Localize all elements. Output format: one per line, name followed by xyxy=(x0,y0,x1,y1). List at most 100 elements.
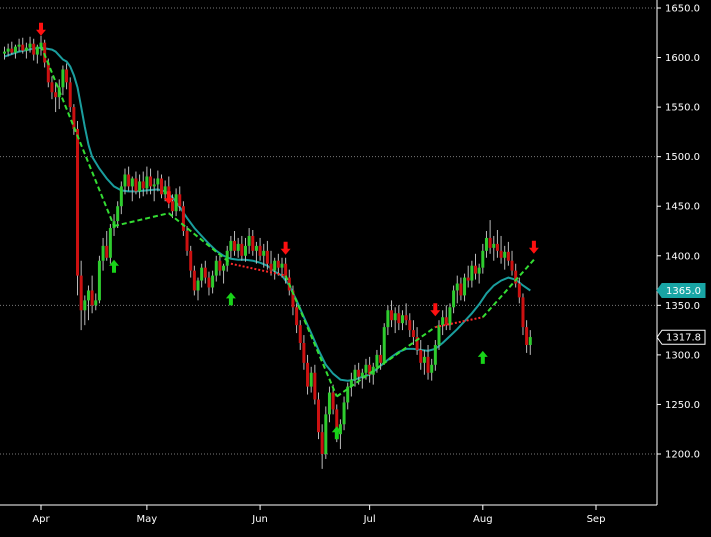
x-tick-label: Sep xyxy=(587,514,606,525)
candle-body xyxy=(185,231,189,251)
candle-body xyxy=(10,48,14,53)
candle-body xyxy=(276,260,280,268)
candle-body xyxy=(236,243,240,251)
candle-body xyxy=(411,330,415,338)
candle-body xyxy=(265,250,269,264)
price-label: 1365.0 xyxy=(656,282,706,298)
candle-body xyxy=(302,342,306,363)
candle-body xyxy=(382,327,386,363)
candle-body xyxy=(284,263,288,278)
candle-body xyxy=(320,432,324,454)
candle-body xyxy=(130,178,134,187)
candle-body xyxy=(273,260,277,271)
candle-body xyxy=(353,369,357,380)
price-chart: 1650.0 1600.0 1550.0 1500.0 1450.0 1400.0 1350… xyxy=(0,0,711,533)
candle-body xyxy=(196,280,200,291)
candle-body xyxy=(357,369,361,377)
y-tick-label: 1550.0 xyxy=(665,103,700,114)
y-tick-label: 1350.0 xyxy=(665,301,700,312)
candle-body xyxy=(28,43,32,48)
candle-body xyxy=(510,260,514,271)
candle xyxy=(317,392,320,440)
candle-body xyxy=(408,320,412,331)
y-tick-label: 1250.0 xyxy=(665,400,700,411)
candle-body xyxy=(488,237,492,248)
candle-body xyxy=(86,290,90,301)
candle-body xyxy=(181,206,185,231)
candle-body xyxy=(441,317,445,326)
candle xyxy=(76,120,80,296)
candle-body xyxy=(313,372,317,400)
candle-body xyxy=(13,46,17,53)
candle-body xyxy=(528,337,532,345)
candle-body xyxy=(119,186,123,207)
candle-body xyxy=(149,176,153,187)
candle-body xyxy=(141,181,145,189)
candle-body xyxy=(386,310,390,328)
candle-body xyxy=(68,82,72,108)
candle-body xyxy=(463,277,467,296)
candle-body xyxy=(203,267,207,278)
candle xyxy=(68,77,72,113)
y-tick-label: 1200.0 xyxy=(665,450,700,461)
candle-body xyxy=(61,69,65,88)
candle-body xyxy=(525,327,529,345)
candle-body xyxy=(364,364,368,373)
candle-body xyxy=(189,250,193,271)
candle-body xyxy=(225,250,229,266)
candle-body xyxy=(50,82,54,93)
candle-body xyxy=(2,51,6,54)
candle-body xyxy=(35,46,39,55)
candle-body xyxy=(65,69,69,83)
candle-body xyxy=(97,260,101,301)
candle-body xyxy=(324,414,328,454)
candle-body xyxy=(54,92,58,98)
candle-body xyxy=(94,300,98,306)
x-tick-label: Apr xyxy=(32,514,50,525)
candle-body xyxy=(503,251,507,258)
candle-body xyxy=(159,178,163,195)
candle-body xyxy=(506,251,510,261)
candle-body xyxy=(306,362,310,387)
candle-body xyxy=(470,265,474,281)
candle-body xyxy=(280,263,284,268)
candle-body xyxy=(145,176,149,189)
candle-body xyxy=(430,364,434,373)
candle xyxy=(108,224,112,264)
candle-body xyxy=(200,267,204,281)
candle-body xyxy=(138,181,142,192)
x-tick-label: Jun xyxy=(251,514,268,525)
y-tick-label: 1500.0 xyxy=(665,152,700,163)
candle xyxy=(97,255,101,304)
candle-body xyxy=(247,235,251,246)
y-tick-label: 1600.0 xyxy=(665,53,700,64)
candle-body xyxy=(90,290,94,306)
candle-body xyxy=(393,313,397,321)
y-tick-label: 1650.0 xyxy=(665,4,700,15)
candle-body xyxy=(76,128,80,276)
price-label: 1317.8 xyxy=(656,329,706,345)
chart-canvas: 1650.0 1600.0 1550.0 1500.0 1450.0 1400.0 1350… xyxy=(0,0,711,533)
candle-body xyxy=(481,250,485,268)
candle-body xyxy=(426,356,430,373)
candle-body xyxy=(379,354,383,363)
candle-body xyxy=(258,245,262,256)
x-tick-label: May xyxy=(137,514,158,525)
candle-body xyxy=(251,235,255,251)
candle-body xyxy=(521,297,525,328)
candle-body xyxy=(178,194,182,207)
candle-body xyxy=(21,44,25,51)
candle-body xyxy=(163,186,167,195)
candle-body xyxy=(127,174,131,187)
candle-body xyxy=(295,307,299,326)
candle-body xyxy=(452,290,456,308)
candle-body xyxy=(492,243,496,248)
candle-body xyxy=(222,265,226,271)
candle-body xyxy=(243,245,247,256)
candle-body xyxy=(79,275,83,311)
candle-body xyxy=(17,44,21,47)
candle-body xyxy=(455,283,459,291)
candle-body xyxy=(6,48,10,52)
candle-body xyxy=(24,47,28,51)
candle-body xyxy=(170,201,174,212)
